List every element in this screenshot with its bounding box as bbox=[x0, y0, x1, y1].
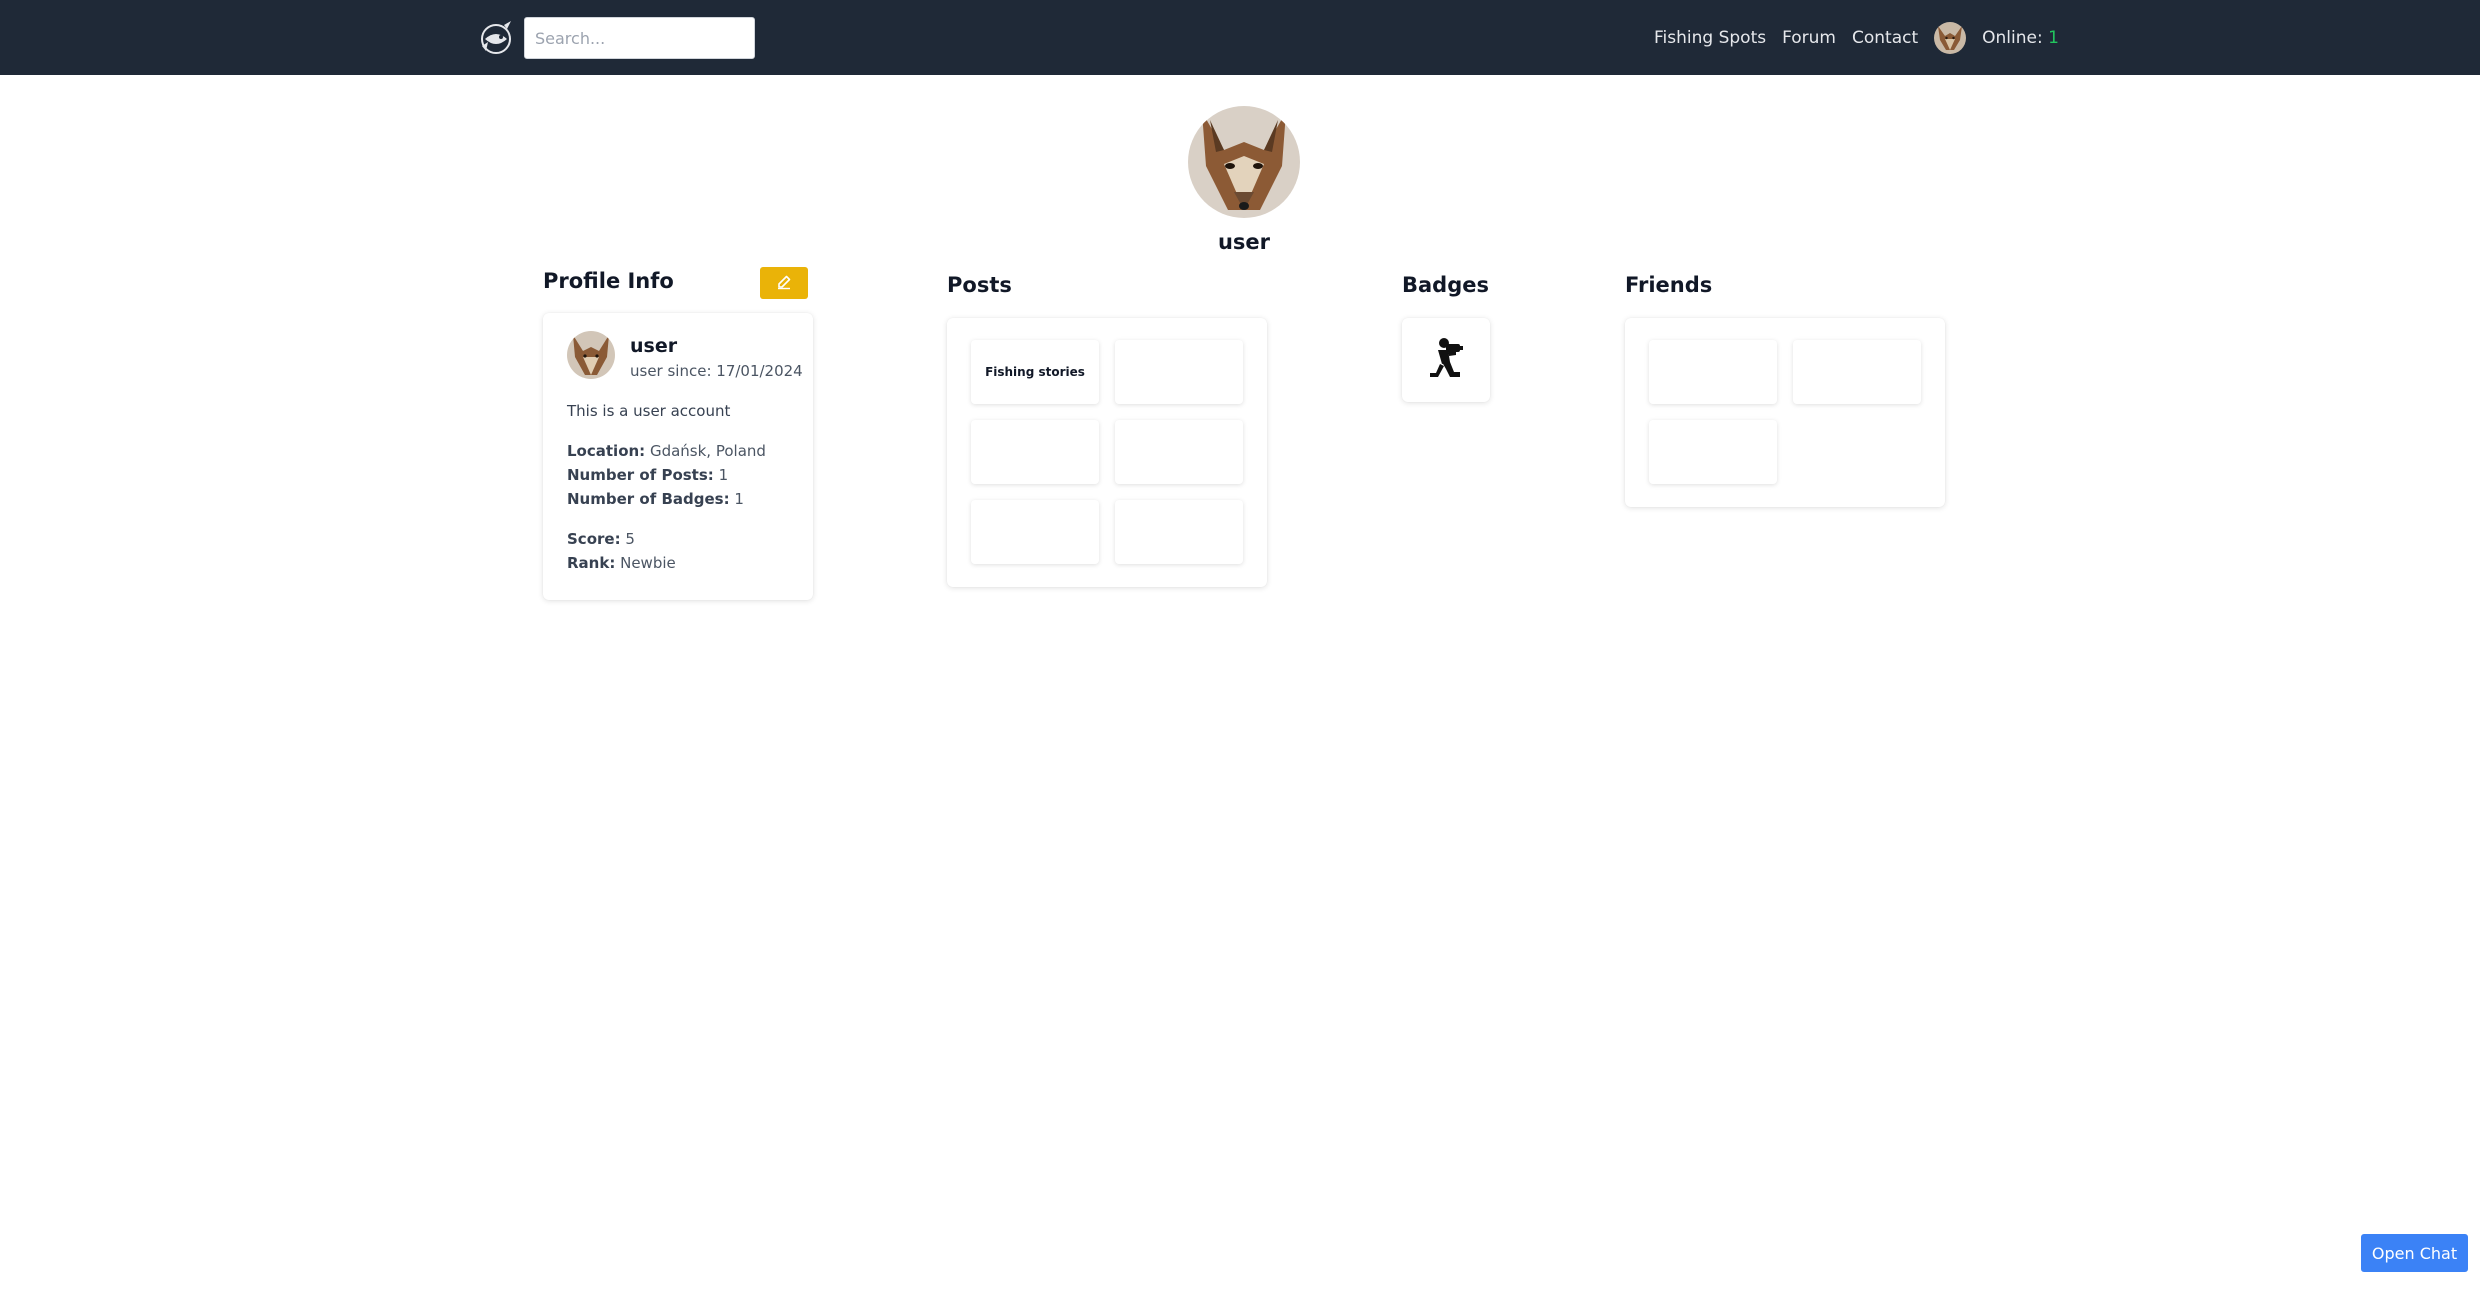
score-value: 5 bbox=[625, 530, 635, 548]
score-row: Score: 5 bbox=[567, 530, 635, 548]
post-tile[interactable] bbox=[1115, 500, 1243, 564]
badge-card[interactable] bbox=[1402, 318, 1490, 402]
friend-tile[interactable] bbox=[1793, 340, 1921, 404]
nav-links: Fishing Spots Forum Contact Online: 1 bbox=[1654, 0, 2059, 75]
location-value: Gdańsk, Poland bbox=[649, 442, 766, 460]
post-tile[interactable] bbox=[1115, 420, 1243, 484]
posts-count-value: 1 bbox=[718, 466, 729, 484]
online-status: Online: 1 bbox=[1982, 28, 2059, 48]
posts-count-label: Number of Posts: bbox=[567, 466, 714, 484]
kneeling-photographer-icon bbox=[1426, 336, 1466, 384]
posts-card: Fishing stories bbox=[947, 318, 1267, 587]
edit-profile-button[interactable] bbox=[760, 267, 808, 299]
online-label: Online: bbox=[1982, 27, 2043, 48]
rank-label: Rank: bbox=[567, 554, 616, 572]
badges-count-value: 1 bbox=[734, 490, 744, 508]
post-tile[interactable] bbox=[971, 420, 1099, 484]
profile-card-name: user bbox=[630, 335, 678, 357]
open-chat-button[interactable]: Open Chat bbox=[2361, 1234, 2468, 1272]
score-label: Score: bbox=[567, 530, 621, 548]
badges-title: Badges bbox=[1402, 273, 1489, 297]
friend-tile[interactable] bbox=[1649, 340, 1777, 404]
profile-avatar bbox=[1188, 106, 1300, 218]
nav-link-forum[interactable]: Forum bbox=[1782, 28, 1836, 48]
pencil-icon bbox=[776, 274, 792, 293]
location-label: Location: bbox=[567, 442, 646, 460]
profile-info-card: user user since: 17/01/2024 This is a us… bbox=[543, 313, 813, 600]
rank-row: Rank: Newbie bbox=[567, 554, 676, 572]
post-tile[interactable]: Fishing stories bbox=[971, 340, 1099, 404]
friend-tile[interactable] bbox=[1649, 420, 1777, 484]
friends-title: Friends bbox=[1625, 273, 1713, 297]
post-tile[interactable] bbox=[1115, 340, 1243, 404]
posts-count-row: Number of Posts: 1 bbox=[567, 466, 728, 484]
post-tile[interactable] bbox=[971, 500, 1099, 564]
online-count: 1 bbox=[2048, 27, 2059, 48]
profile-description: This is a user account bbox=[567, 402, 731, 420]
location-row: Location: Gdańsk, Poland bbox=[567, 442, 766, 460]
navbar: Fishing Spots Forum Contact Online: 1 bbox=[0, 0, 2480, 75]
badges-count-row: Number of Badges: 1 bbox=[567, 490, 744, 508]
profile-info-title: Profile Info bbox=[543, 269, 674, 293]
nav-link-contact[interactable]: Contact bbox=[1852, 28, 1918, 48]
badges-count-label: Number of Badges: bbox=[567, 490, 730, 508]
posts-title: Posts bbox=[947, 273, 1012, 297]
member-since: user since: 17/01/2024 bbox=[630, 362, 803, 380]
nav-user-avatar[interactable] bbox=[1934, 21, 1967, 54]
search-input[interactable] bbox=[524, 17, 755, 59]
nav-link-fishing-spots[interactable]: Fishing Spots bbox=[1654, 28, 1766, 48]
rank-value: Newbie bbox=[620, 554, 676, 572]
fishing-logo-icon[interactable] bbox=[476, 18, 516, 58]
friends-card bbox=[1625, 318, 1945, 507]
profile-username: user bbox=[1217, 230, 1271, 254]
profile-card-avatar bbox=[567, 331, 615, 379]
